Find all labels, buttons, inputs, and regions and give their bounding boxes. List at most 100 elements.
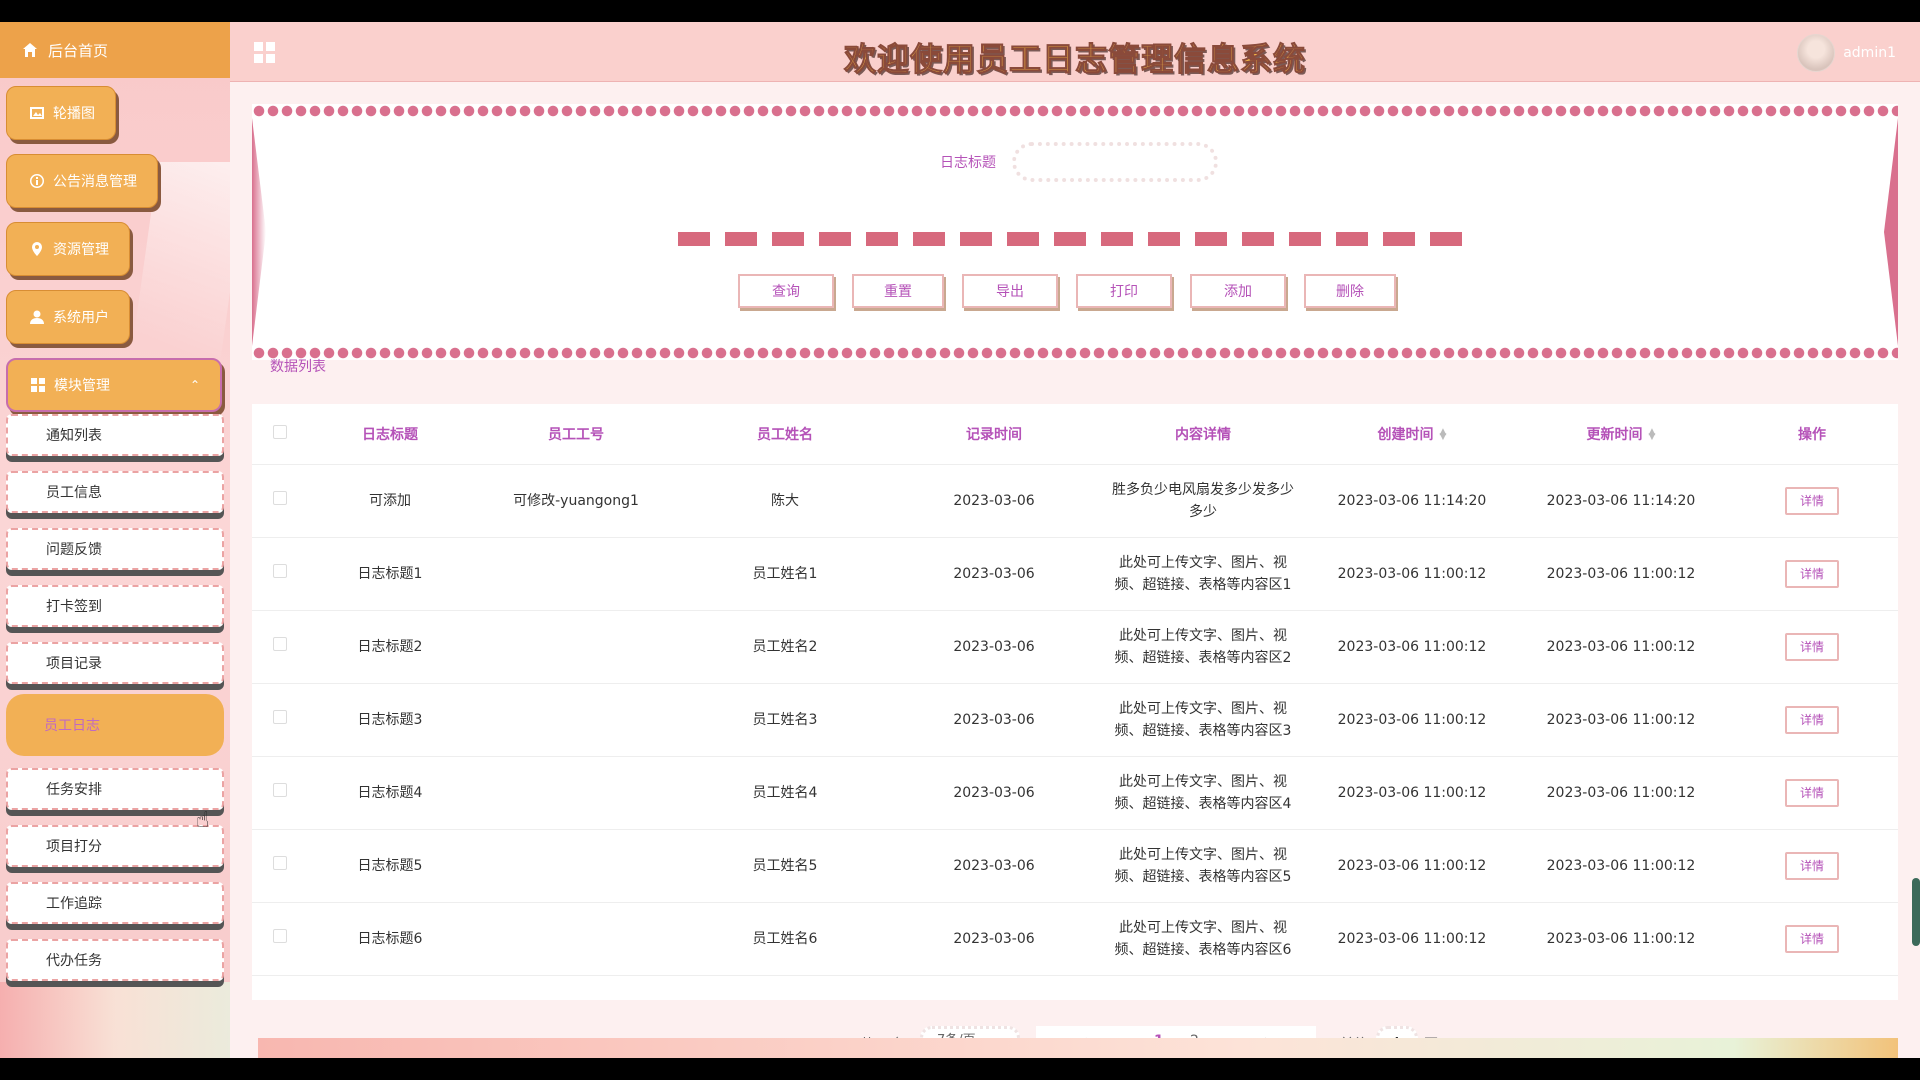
col-updated[interactable]: 更新时间 ▲ ▼: [1516, 404, 1726, 465]
sidebar-item-project-records[interactable]: 项目记录: [6, 642, 224, 684]
row-checkbox[interactable]: [273, 709, 287, 724]
detail-button[interactable]: 详情: [1785, 778, 1839, 807]
export-button[interactable]: 导出: [962, 274, 1058, 308]
sidebar-menu-label: 轮播图: [53, 106, 95, 122]
sidebar-item-todo-tasks[interactable]: 代办任务: [6, 939, 224, 981]
query-button[interactable]: 查询: [738, 274, 834, 308]
sidebar-menu-resources[interactable]: 资源管理: [6, 222, 130, 276]
cell-updated: 2023-03-06 11:00:12: [1516, 683, 1726, 757]
table-row: 日志标题5 员工姓名5 2023-03-06 此处可上传文字、图片、视频、超链接、表格…: [252, 829, 1898, 903]
sidebar-item-label: 任务安排: [46, 782, 102, 798]
row-checkbox[interactable]: [273, 855, 287, 870]
table-row: 日志标题2 员工姓名2 2023-03-06 此处可上传文字、图片、视频、超链接、表格…: [252, 610, 1898, 684]
user-menu[interactable]: admin1: [1797, 34, 1896, 72]
sidebar-menu-modules[interactable]: 模块管理 ⌃: [6, 358, 222, 412]
cell-employee-name: 陈大: [680, 464, 890, 538]
detail-button[interactable]: 详情: [1785, 705, 1839, 734]
sidebar-menu-notices[interactable]: 公告消息管理: [6, 154, 158, 208]
cell-content: 此处可上传文字、图片、视频、超链接、表格等内容区3: [1114, 700, 1292, 739]
cell-employee-no: [472, 756, 680, 830]
detail-button[interactable]: 详情: [1785, 486, 1839, 515]
sidebar-item-project-scoring[interactable]: 项目打分: [6, 825, 224, 867]
col-actions: 操作: [1726, 404, 1898, 465]
sidebar-item-feedback[interactable]: 问题反馈: [6, 528, 224, 570]
sort-icon[interactable]: ▲ ▼: [1440, 427, 1447, 441]
sidebar-item-checkin[interactable]: 打卡签到: [6, 585, 224, 627]
top-header: 欢迎使用员工日志管理信息系统 admin1: [230, 22, 1920, 82]
hand-cursor-icon: ☝: [196, 808, 210, 833]
info-icon: [30, 174, 44, 188]
bead-border-top: [252, 104, 1898, 118]
cell-log-title: 日志标题6: [308, 902, 472, 976]
sidebar-item-label: 代办任务: [46, 953, 102, 969]
cell-content: 此处可上传文字、图片、视频、超链接、表格等内容区4: [1114, 773, 1292, 812]
sidebar-menu-carousel[interactable]: 轮播图: [6, 86, 116, 140]
cell-updated: 2023-03-06 11:14:20: [1516, 464, 1726, 538]
add-button[interactable]: 添加: [1190, 274, 1286, 308]
row-checkbox[interactable]: [273, 636, 287, 651]
detail-button[interactable]: 详情: [1785, 851, 1839, 880]
table-header-row: 日志标题 员工工号 员工姓名 记录时间 内容详情 创建时间 ▲ ▼ 更新时间 ▲ ▼ 操…: [252, 404, 1898, 465]
col-employee-name: 员工姓名: [680, 404, 890, 465]
cell-updated: 2023-03-06 11:00:12: [1516, 537, 1726, 611]
sidebar-menu-label: 资源管理: [53, 242, 109, 258]
row-checkbox[interactable]: [273, 490, 287, 505]
sidebar-item-label: 问题反馈: [46, 542, 102, 558]
table-row: 日志标题4 员工姓名4 2023-03-06 此处可上传文字、图片、视频、超链接、表格…: [252, 756, 1898, 830]
row-checkbox[interactable]: [273, 563, 287, 578]
col-created[interactable]: 创建时间 ▲ ▼: [1308, 404, 1516, 465]
row-checkbox[interactable]: [273, 782, 287, 797]
search-panel: 日志标题 查询 重置 导出 打印 添加 删除: [252, 104, 1898, 360]
sidebar-item-task-schedule[interactable]: 任务安排: [6, 768, 224, 810]
cell-employee-no: [472, 902, 680, 976]
cell-log-title: 日志标题1: [308, 537, 472, 611]
reset-button[interactable]: 重置: [852, 274, 944, 308]
cell-log-title: 日志标题3: [308, 683, 472, 757]
delete-button[interactable]: 删除: [1304, 274, 1396, 308]
sidebar-home[interactable]: 后台首页: [0, 22, 230, 78]
log-title-input[interactable]: [1012, 142, 1218, 182]
cell-record-date: 2023-03-06: [890, 683, 1098, 757]
sidebar-item-employee-logs[interactable]: 员工日志: [6, 694, 224, 756]
col-content: 内容详情: [1098, 404, 1308, 465]
cell-updated: 2023-03-06 11:00:12: [1516, 902, 1726, 976]
sidebar-item-notice-list[interactable]: 通知列表: [6, 414, 224, 456]
panel-edge-right: [1884, 118, 1898, 346]
sidebar-item-employee-info[interactable]: 员工信息: [6, 471, 224, 513]
location-icon: [32, 242, 42, 256]
avatar[interactable]: [1797, 34, 1836, 72]
cell-created: 2023-03-06 11:00:12: [1308, 610, 1516, 684]
sort-icon[interactable]: ▲ ▼: [1649, 427, 1656, 441]
cell-log-title: 日志标题5: [308, 829, 472, 903]
select-all-checkbox[interactable]: [273, 424, 287, 439]
bottom-decoration: [258, 1038, 1898, 1058]
sidebar-menu-users[interactable]: 系统用户: [6, 290, 130, 344]
table-row: 日志标题1 员工姓名1 2023-03-06 此处可上传文字、图片、视频、超链接、表格…: [252, 537, 1898, 611]
data-table: 日志标题 员工工号 员工姓名 记录时间 内容详情 创建时间 ▲ ▼ 更新时间 ▲ ▼ 操…: [252, 404, 1898, 1000]
col-log-title: 日志标题: [308, 404, 472, 465]
row-checkbox[interactable]: [273, 928, 287, 943]
sidebar-item-label: 打卡签到: [46, 599, 102, 615]
cell-employee-no: [472, 829, 680, 903]
sidebar-item-label: 通知列表: [46, 428, 102, 444]
dashed-divider: [678, 232, 1462, 246]
cell-created: 2023-03-06 11:00:12: [1308, 683, 1516, 757]
print-button[interactable]: 打印: [1076, 274, 1172, 308]
app-screen: 后台首页 轮播图 公告消息管理 资源管理 系统用户 模块管理 ⌃ 通知列表 员工…: [0, 22, 1920, 1058]
sidebar-item-label: 工作追踪: [46, 896, 102, 912]
sidebar-home-label: 后台首页: [48, 41, 109, 60]
cell-log-title: 日志标题4: [308, 756, 472, 830]
sidebar-item-label: 员工信息: [46, 485, 102, 501]
cell-created: 2023-03-06 11:00:12: [1308, 902, 1516, 976]
cell-updated: 2023-03-06 11:00:12: [1516, 610, 1726, 684]
detail-button[interactable]: 详情: [1785, 632, 1839, 661]
scrollbar[interactable]: [1912, 878, 1920, 946]
cell-employee-name: 员工姓名5: [680, 829, 890, 903]
detail-button[interactable]: 详情: [1785, 924, 1839, 953]
sidebar-item-work-tracking[interactable]: 工作追踪: [6, 882, 224, 924]
cell-log-title: 可添加: [308, 464, 472, 538]
sidebar-item-label: 项目打分: [46, 839, 102, 855]
col-employee-no: 员工工号: [472, 404, 680, 465]
cell-record-date: 2023-03-06: [890, 464, 1098, 538]
detail-button[interactable]: 详情: [1785, 559, 1839, 588]
